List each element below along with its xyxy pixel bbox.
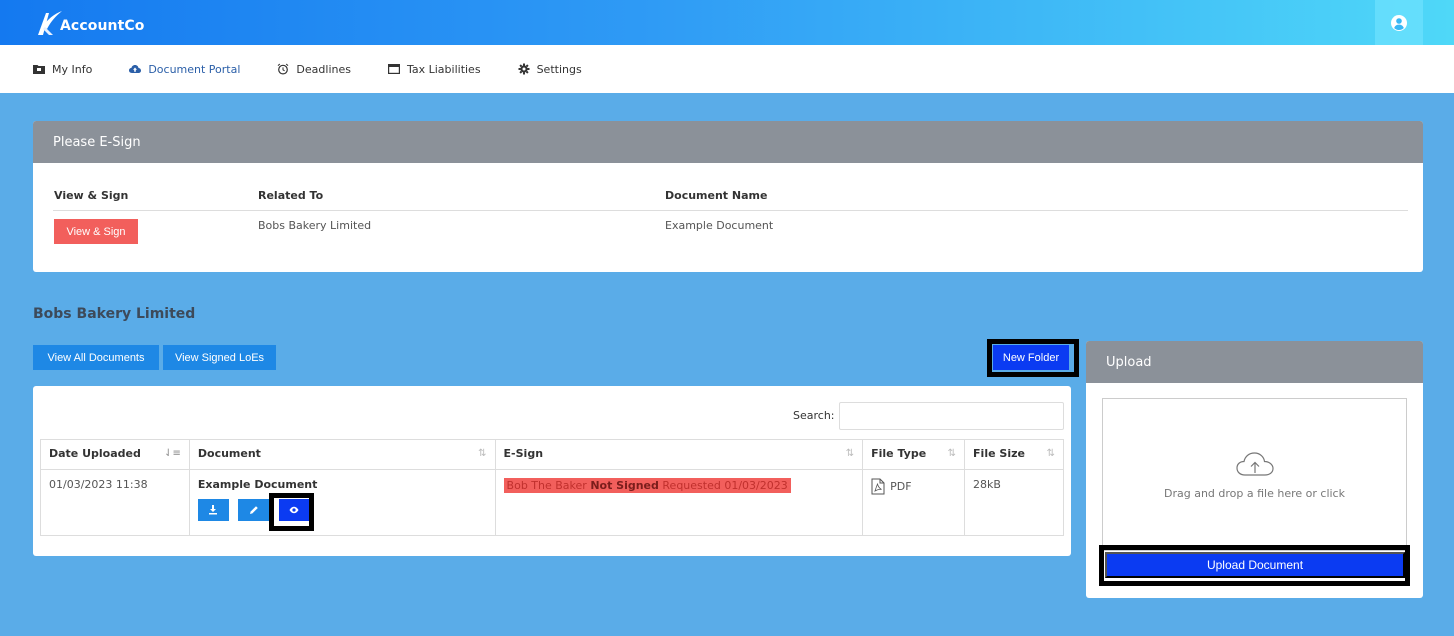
view-and-sign-button[interactable]: View & Sign bbox=[54, 219, 138, 244]
upload-document-button[interactable]: Upload Document bbox=[1105, 552, 1405, 578]
window-icon bbox=[387, 64, 400, 75]
search-input[interactable] bbox=[839, 402, 1064, 430]
sort-icon: ⇅ bbox=[478, 448, 487, 459]
view-all-documents-button[interactable]: View All Documents bbox=[33, 345, 159, 370]
file-type-cell: PDF bbox=[862, 469, 966, 536]
document-cell: Example Document bbox=[188, 469, 496, 536]
sort-icon: ⇅ bbox=[947, 448, 957, 459]
alarm-clock-icon bbox=[278, 63, 289, 75]
column-header-label: File Type bbox=[871, 447, 927, 460]
column-header-label: Date Uploaded bbox=[49, 447, 141, 460]
esign-signer-name: Bob The Baker bbox=[506, 479, 587, 492]
highlight-frame bbox=[269, 493, 314, 531]
download-icon bbox=[209, 505, 218, 515]
company-title: Bobs Bakery Limited bbox=[33, 306, 196, 322]
esign-status: Not Signed bbox=[590, 479, 659, 492]
sort-descending-icon: ⇃≡ bbox=[164, 448, 181, 459]
pdf-file-icon bbox=[871, 478, 885, 495]
esign-table-header: View & Sign Related To Document Name bbox=[53, 181, 1408, 211]
column-header-file-size[interactable]: File Size ⇅ bbox=[964, 439, 1064, 470]
pencil-icon bbox=[249, 506, 258, 514]
esign-card-title: Please E-Sign bbox=[33, 121, 1423, 163]
user-menu-button[interactable] bbox=[1375, 0, 1423, 45]
nav-item-label: My Info bbox=[52, 62, 93, 76]
new-folder-button[interactable]: New Folder bbox=[993, 345, 1069, 370]
table-row: View & Sign Bobs Bakery Limited Example … bbox=[53, 211, 1408, 247]
document-name: Example Document bbox=[197, 478, 318, 491]
column-header-label: Document bbox=[197, 447, 261, 460]
main-nav: My Info Document Portal Deadlines Tax Li… bbox=[0, 45, 1454, 93]
esign-status-badge: Bob The Baker Not Signed Requested 01/03… bbox=[503, 478, 791, 493]
file-dropzone[interactable]: Drag and drop a file here or click bbox=[1102, 398, 1407, 551]
view-signed-loes-button[interactable]: View Signed LoEs bbox=[163, 345, 276, 370]
date-uploaded-cell: 01/03/2023 11:38 bbox=[40, 469, 190, 536]
folder-icon bbox=[33, 65, 45, 74]
nav-item-label: Settings bbox=[536, 62, 582, 76]
esign-requested-date: Requested 01/03/2023 bbox=[662, 479, 788, 492]
file-type-label: PDF bbox=[890, 480, 912, 493]
sort-icon: ⇅ bbox=[1046, 448, 1055, 459]
nav-item-tax-liabilities[interactable]: Tax Liabilities bbox=[387, 62, 481, 76]
top-bar: AccountCo bbox=[0, 0, 1454, 45]
column-header-esign[interactable]: E-Sign ⇅ bbox=[494, 439, 864, 470]
nav-item-document-portal[interactable]: Document Portal bbox=[129, 63, 240, 76]
file-size-cell: 28kB bbox=[964, 469, 1064, 536]
column-header-related-to: Related To bbox=[258, 189, 324, 202]
brand-name: AccountCo bbox=[60, 18, 145, 34]
download-button[interactable] bbox=[197, 499, 229, 521]
column-header-document-name: Document Name bbox=[665, 189, 768, 202]
user-circle-icon bbox=[1391, 14, 1407, 31]
gear-icon bbox=[518, 63, 530, 75]
brand-logo[interactable]: AccountCo bbox=[34, 9, 144, 37]
column-header-file-type[interactable]: File Type ⇅ bbox=[862, 439, 966, 470]
nav-item-label: Document Portal bbox=[148, 62, 241, 76]
esign-table: View & Sign Related To Document Name Vie… bbox=[53, 181, 1408, 247]
table-header-row: Date Uploaded ⇃≡ Document ⇅ E-Sign ⇅ File T… bbox=[40, 439, 1064, 470]
dropzone-text: Drag and drop a file here or click bbox=[1164, 487, 1345, 500]
documents-card: Search: Date Uploaded ⇃≡ Document ⇅ E-Sign… bbox=[33, 386, 1071, 556]
esign-card: Please E-Sign View & Sign Related To Doc… bbox=[33, 121, 1423, 272]
related-to-cell: Bobs Bakery Limited bbox=[258, 219, 372, 232]
document-name-cell: Example Document bbox=[665, 219, 774, 232]
edit-button[interactable] bbox=[238, 499, 270, 521]
sort-icon: ⇅ bbox=[845, 448, 855, 459]
documents-table: Date Uploaded ⇃≡ Document ⇅ E-Sign ⇅ File T… bbox=[40, 439, 1064, 536]
cloud-upload-icon bbox=[1235, 452, 1274, 476]
logo-mark-icon bbox=[34, 9, 64, 37]
nav-item-label: Tax Liabilities bbox=[406, 62, 481, 76]
nav-item-label: Deadlines bbox=[296, 62, 351, 76]
nav-item-deadlines[interactable]: Deadlines bbox=[277, 63, 351, 76]
column-header-document[interactable]: Document ⇅ bbox=[188, 439, 496, 470]
esign-status-cell: Bob The Baker Not Signed Requested 01/03… bbox=[494, 469, 864, 536]
column-header-date-uploaded[interactable]: Date Uploaded ⇃≡ bbox=[40, 439, 190, 470]
search-label: Search: bbox=[793, 409, 835, 422]
upload-card-title: Upload bbox=[1086, 341, 1423, 383]
column-header-view-sign: View & Sign bbox=[54, 189, 129, 202]
cloud-upload-icon bbox=[129, 65, 142, 73]
column-header-label: E-Sign bbox=[503, 447, 544, 460]
nav-item-settings[interactable]: Settings bbox=[518, 63, 582, 76]
table-row: 01/03/2023 11:38 Example Document Bob Th… bbox=[40, 469, 1064, 536]
nav-item-my-info[interactable]: My Info bbox=[33, 63, 92, 76]
column-header-label: File Size bbox=[973, 447, 1025, 460]
